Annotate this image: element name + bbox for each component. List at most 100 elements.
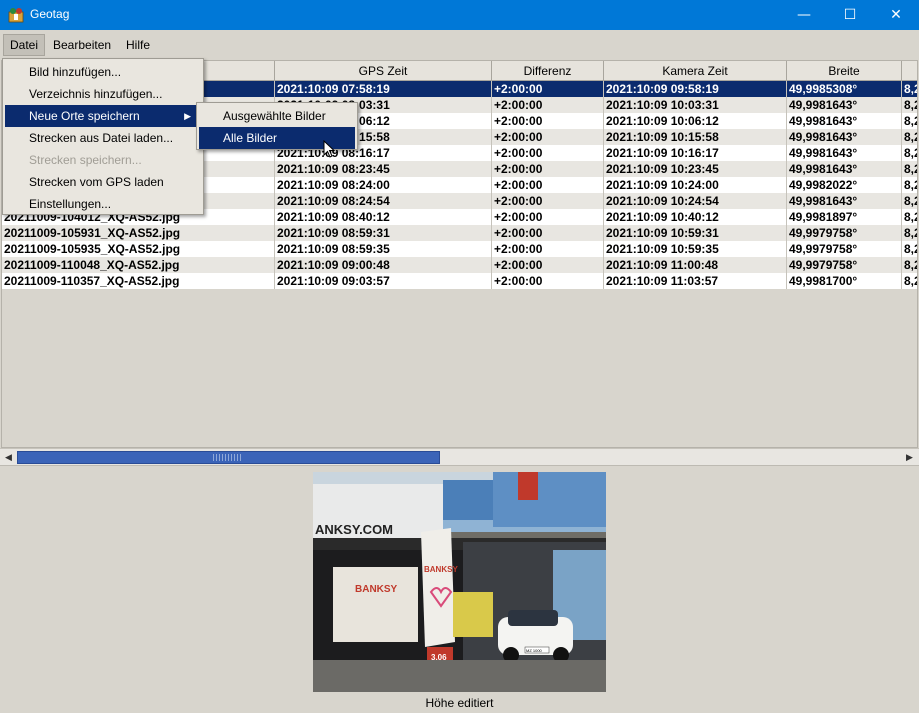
- column-header-latitude[interactable]: Breite: [787, 61, 902, 81]
- cell-difference: +2:00:00: [492, 161, 604, 177]
- cell-difference: +2:00:00: [492, 145, 604, 161]
- cell-latitude: 49,9979758°: [787, 241, 902, 257]
- cell-longitude: 8,2: [902, 177, 917, 193]
- menu-item-label: Strecken vom GPS laden: [29, 175, 164, 189]
- menu-item: Strecken speichern...: [5, 149, 201, 171]
- maximize-button[interactable]: ☐: [827, 0, 873, 30]
- cell-longitude: 8,2: [902, 97, 917, 113]
- cell-difference: +2:00:00: [492, 225, 604, 241]
- menu-bearbeiten[interactable]: Bearbeiten: [47, 34, 117, 56]
- cell-latitude: 49,9981643°: [787, 97, 902, 113]
- column-header-longitude[interactable]: [902, 61, 917, 81]
- menu-item-label: Verzeichnis hinzufügen...: [29, 87, 163, 101]
- cell-latitude: 49,9981643°: [787, 193, 902, 209]
- column-header-camera-time[interactable]: Kamera Zeit: [604, 61, 787, 81]
- cell-longitude: 8,2: [902, 81, 917, 97]
- pane-splitter[interactable]: [0, 465, 919, 470]
- submenu-arrow-icon: ▶: [184, 111, 191, 121]
- cell-longitude: 8,2: [902, 209, 917, 225]
- scroll-right-arrow-icon[interactable]: ▶: [901, 449, 918, 466]
- column-header-difference[interactable]: Differenz: [492, 61, 604, 81]
- preview-plate-text: MZ 1000: [526, 648, 543, 653]
- cell-file: 20211009-110357_XQ-AS52.jpg: [2, 273, 275, 289]
- preview-photo: ANKSY.COM BANKSY BANKSY 3.06 MZ 1000: [313, 472, 606, 692]
- close-button[interactable]: ✕: [873, 0, 919, 30]
- cell-longitude: 8,2: [902, 241, 917, 257]
- title-bar[interactable]: Geotag — ☐ ✕: [0, 0, 919, 30]
- cell-difference: +2:00:00: [492, 241, 604, 257]
- menu-item[interactable]: Strecken aus Datei laden...: [5, 127, 201, 149]
- cell-gps-time: 2021:10:09 09:03:57: [275, 273, 492, 289]
- cell-latitude: 49,9979758°: [787, 225, 902, 241]
- menu-item-label: Bild hinzufügen...: [29, 65, 122, 79]
- cell-file: 20211009-105935_XQ-AS52.jpg: [2, 241, 275, 257]
- cell-longitude: 8,2: [902, 145, 917, 161]
- cell-camera-time: 2021:10:09 10:24:00: [604, 177, 787, 193]
- cell-longitude: 8,2: [902, 161, 917, 177]
- menu-hilfe[interactable]: Hilfe: [120, 34, 156, 56]
- submenu-item-label: Ausgewählte Bilder: [223, 109, 326, 123]
- cell-gps-time: 2021:10:09 08:24:54: [275, 193, 492, 209]
- menu-item[interactable]: Neue Orte speichern ▶: [5, 105, 201, 127]
- cell-difference: +2:00:00: [492, 177, 604, 193]
- table-row[interactable]: 20211009-105931_XQ-AS52.jpg 2021:10:09 08…: [2, 225, 917, 241]
- cell-gps-time: 2021:10:09 08:23:45: [275, 161, 492, 177]
- cell-gps-time: 2021:10:09 08:40:12: [275, 209, 492, 225]
- cell-difference: +2:00:00: [492, 81, 604, 97]
- image-preview: ANKSY.COM BANKSY BANKSY 3.06 MZ 1000: [313, 472, 606, 692]
- menu-item[interactable]: Einstellungen...: [5, 193, 201, 215]
- menu-item-label: Strecken speichern...: [29, 153, 142, 167]
- cell-gps-time: 2021:10:09 07:58:19: [275, 81, 492, 97]
- submenu-item[interactable]: Ausgewählte Bilder: [199, 105, 355, 127]
- cell-longitude: 8,2: [902, 193, 917, 209]
- cell-camera-time: 2021:10:09 10:59:35: [604, 241, 787, 257]
- preview-sign-text: ANKSY.COM: [315, 522, 393, 537]
- cell-latitude: 49,9981643°: [787, 129, 902, 145]
- cell-latitude: 49,9985308°: [787, 81, 902, 97]
- preview-exhibit-text: BANKSY: [355, 584, 398, 595]
- cell-latitude: 49,9979758°: [787, 257, 902, 273]
- cell-difference: +2:00:00: [492, 129, 604, 145]
- app-icon: [8, 8, 24, 23]
- menu-item-label: Strecken aus Datei laden...: [29, 131, 174, 145]
- menu-item[interactable]: Verzeichnis hinzufügen...: [5, 83, 201, 105]
- cell-camera-time: 2021:10:09 11:03:57: [604, 273, 787, 289]
- cell-file: 20211009-105931_XQ-AS52.jpg: [2, 225, 275, 241]
- cell-longitude: 8,2: [902, 225, 917, 241]
- menu-item[interactable]: Bild hinzufügen...: [5, 61, 201, 83]
- window-title: Geotag: [30, 7, 70, 21]
- menu-bar: Datei Bearbeiten Hilfe: [0, 30, 919, 59]
- cell-camera-time: 2021:10:09 10:06:12: [604, 113, 787, 129]
- cell-difference: +2:00:00: [492, 97, 604, 113]
- status-bar: Höhe editiert: [0, 693, 919, 713]
- cell-latitude: 49,9981897°: [787, 209, 902, 225]
- cell-difference: +2:00:00: [492, 193, 604, 209]
- menu-item[interactable]: Strecken vom GPS laden: [5, 171, 201, 193]
- mouse-cursor-icon: [323, 140, 335, 158]
- cell-camera-time: 2021:10:09 10:40:12: [604, 209, 787, 225]
- cell-latitude: 49,9981700°: [787, 273, 902, 289]
- cell-latitude: 49,9981643°: [787, 145, 902, 161]
- cell-file: 20211009-110048_XQ-AS52.jpg: [2, 257, 275, 273]
- table-row[interactable]: 20211009-110357_XQ-AS52.jpg 2021:10:09 09…: [2, 273, 917, 289]
- cell-camera-time: 2021:10:09 10:03:31: [604, 97, 787, 113]
- cell-camera-time: 2021:10:09 10:16:17: [604, 145, 787, 161]
- cell-longitude: 8,2: [902, 113, 917, 129]
- cell-camera-time: 2021:10:09 10:23:45: [604, 161, 787, 177]
- menu-item-label: Neue Orte speichern: [29, 109, 140, 123]
- horizontal-scrollbar[interactable]: ◀ ▶: [0, 448, 919, 465]
- cell-camera-time: 2021:10:09 10:59:31: [604, 225, 787, 241]
- cell-latitude: 49,9982022°: [787, 177, 902, 193]
- table-row[interactable]: 20211009-105935_XQ-AS52.jpg 2021:10:09 08…: [2, 241, 917, 257]
- minimize-button[interactable]: —: [781, 0, 827, 30]
- cell-gps-time: 2021:10:09 09:00:48: [275, 257, 492, 273]
- scroll-left-arrow-icon[interactable]: ◀: [0, 449, 17, 466]
- scrollbar-thumb[interactable]: [17, 451, 440, 464]
- table-row[interactable]: 20211009-110048_XQ-AS52.jpg 2021:10:09 09…: [2, 257, 917, 273]
- menu-item-label: Einstellungen...: [29, 197, 112, 211]
- column-header-gps-time[interactable]: GPS Zeit: [275, 61, 492, 81]
- cell-gps-time: 2021:10:09 08:24:00: [275, 177, 492, 193]
- cell-gps-time: 2021:10:09 08:59:31: [275, 225, 492, 241]
- menu-datei[interactable]: Datei: [3, 34, 46, 56]
- cell-difference: +2:00:00: [492, 273, 604, 289]
